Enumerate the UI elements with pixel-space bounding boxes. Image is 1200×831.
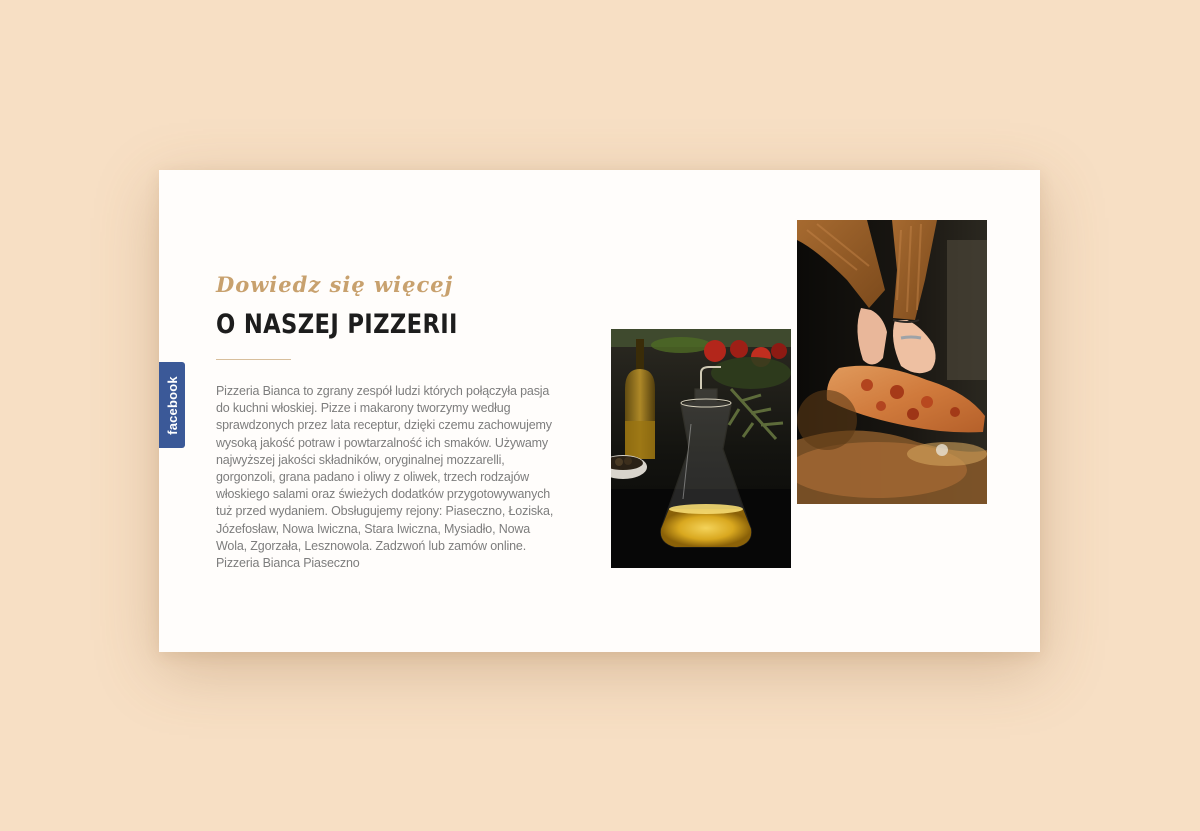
olive-oil-photo	[611, 329, 791, 568]
about-section-card: facebook Dowiedz się więcej O NASZEJ PIZ…	[159, 170, 1040, 652]
section-subtitle: Dowiedz się więcej	[216, 272, 454, 297]
about-description: Pizzeria Bianca to zgrany zespół ludzi k…	[216, 384, 554, 571]
pizza-hands-photo	[797, 220, 987, 504]
section-title: O NASZEJ PIZZERII	[216, 309, 458, 340]
facebook-label: facebook	[164, 375, 180, 435]
title-divider	[216, 359, 291, 360]
facebook-tab[interactable]: facebook	[159, 362, 185, 448]
